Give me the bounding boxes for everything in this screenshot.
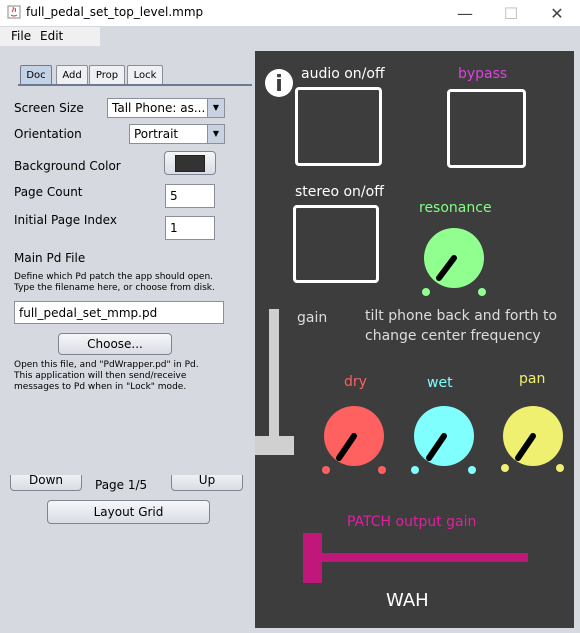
- minimize-button[interactable]: —: [442, 0, 488, 26]
- gain-slider-track[interactable]: [269, 309, 279, 455]
- tab-add[interactable]: Add: [56, 65, 88, 84]
- page-count-label: Page Count: [14, 185, 83, 199]
- main-pd-help-2: Type the filename here, or choose from d…: [14, 283, 215, 293]
- patch-gain-slider-track[interactable]: [315, 553, 528, 562]
- screen-size-label: Screen Size: [14, 101, 84, 115]
- title-bar: full_pedal_set_top_level.mmp — ☐ ✕: [0, 0, 580, 26]
- info-icon[interactable]: i: [264, 68, 294, 98]
- resonance-knob[interactable]: [417, 223, 497, 299]
- page-up-button[interactable]: Up: [171, 475, 243, 491]
- page-down-button[interactable]: Down: [10, 475, 82, 491]
- tab-prop[interactable]: Prop: [89, 65, 125, 84]
- info-glyph: i: [275, 72, 283, 97]
- stereo-toggle-label: stereo on/off: [295, 184, 384, 200]
- tab-underline: [18, 84, 252, 86]
- patch-gain-slider-handle[interactable]: [303, 533, 322, 583]
- menu-file[interactable]: File: [11, 29, 31, 43]
- open-help-3: messages to Pd when in "Lock" mode.: [14, 382, 187, 392]
- patch-canvas[interactable]: i audio on/off bypass stereo on/off reso…: [255, 51, 574, 628]
- patch-output-gain-label: PATCH output gain: [347, 514, 477, 530]
- bypass-toggle[interactable]: [447, 89, 526, 168]
- doc-panel: Doc Add Prop Lock Screen Size Tall Phone…: [6, 50, 252, 630]
- screen-size-value: Tall Phone: as...: [112, 101, 206, 115]
- dry-knob-label: dry: [344, 374, 367, 390]
- tab-doc[interactable]: Doc: [20, 65, 52, 84]
- open-help-2: This application will then send/receive: [14, 371, 187, 381]
- open-help-1: Open this file, and "PdWrapper.pd" in Pd…: [14, 360, 199, 370]
- window-title: full_pedal_set_top_level.mmp: [26, 5, 204, 19]
- close-button[interactable]: ✕: [534, 0, 580, 26]
- pan-knob-label: pan: [519, 371, 546, 387]
- audio-toggle-label: audio on/off: [301, 66, 385, 82]
- pager-row: Down Page 1/5 Up: [6, 475, 251, 495]
- choose-button[interactable]: Choose...: [58, 333, 172, 355]
- background-color-label: Background Color: [14, 159, 121, 173]
- chevron-down-icon: ▼: [207, 125, 224, 143]
- maximize-button[interactable]: ☐: [488, 0, 534, 26]
- wah-title: WAH: [386, 590, 429, 611]
- tilt-instruction-line-1: tilt phone back and forth to: [365, 308, 558, 324]
- main-pd-file-field[interactable]: full_pedal_set_mmp.pd: [14, 301, 224, 324]
- resonance-knob-label: resonance: [419, 200, 492, 216]
- stereo-toggle[interactable]: [293, 205, 379, 283]
- orientation-value: Portrait: [134, 127, 179, 141]
- page-count-field[interactable]: 5: [165, 184, 215, 208]
- main-pd-file-heading: Main Pd File: [14, 251, 86, 265]
- initial-page-index-field[interactable]: 1: [165, 216, 215, 240]
- gain-slider-handle[interactable]: [255, 436, 294, 455]
- pan-knob[interactable]: [498, 401, 574, 477]
- background-color-button[interactable]: [164, 151, 216, 175]
- wet-knob-label: wet: [427, 375, 453, 391]
- chevron-down-icon: ▼: [207, 99, 224, 117]
- audio-toggle[interactable]: [295, 87, 382, 166]
- tab-lock[interactable]: Lock: [127, 65, 163, 84]
- screen-size-select[interactable]: Tall Phone: as... ▼: [107, 98, 225, 118]
- bypass-toggle-label: bypass: [458, 66, 508, 82]
- page-indicator: Page 1/5: [95, 478, 148, 492]
- main-pd-help-1: Define which Pd patch the app should ope…: [14, 272, 214, 282]
- layout-grid-button[interactable]: Layout Grid: [47, 500, 210, 524]
- orientation-label: Orientation: [14, 127, 82, 141]
- menu-edit[interactable]: Edit: [40, 29, 63, 43]
- menu-bar: File Edit: [0, 27, 100, 46]
- dry-knob[interactable]: [319, 401, 395, 477]
- initial-page-index-label: Initial Page Index: [14, 213, 117, 227]
- gain-slider-label: gain: [297, 310, 328, 326]
- color-swatch: [175, 154, 205, 172]
- orientation-select[interactable]: Portrait ▼: [129, 124, 225, 144]
- tilt-instruction-line-2: change center frequency: [365, 328, 541, 344]
- java-app-icon: [7, 5, 21, 19]
- wet-knob[interactable]: [409, 401, 485, 477]
